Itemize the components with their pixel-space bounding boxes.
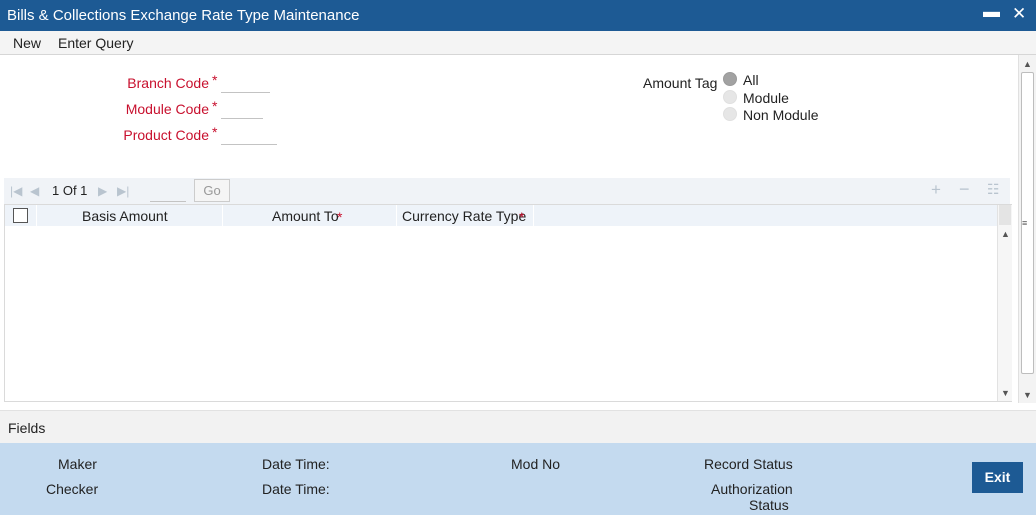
column-divider (533, 205, 534, 226)
next-page-icon[interactable]: ▶ (98, 184, 107, 198)
module-code-label: Module Code (125, 101, 209, 117)
required-mark: * (212, 98, 218, 114)
delete-row-icon[interactable]: − (959, 179, 970, 200)
checker-label: Checker (46, 481, 99, 497)
scroll-down-icon[interactable]: ▼ (1001, 388, 1010, 398)
scroll-up-icon[interactable]: ▲ (1001, 229, 1010, 239)
grid-header: Basis Amount Amount To * Currency Rate T… (5, 205, 997, 226)
exit-button[interactable]: Exit (972, 462, 1023, 493)
add-row-icon[interactable]: + (931, 180, 941, 200)
maker-date-time-label: Date Time: (262, 456, 330, 472)
mod-no-label: Mod No (511, 456, 561, 472)
authorization-status-label: Status (749, 497, 789, 513)
fields-link[interactable]: Fields (8, 420, 45, 436)
grid-scrollbar-thumb[interactable] (999, 205, 1011, 225)
view-list-icon[interactable]: ☷ (987, 181, 1000, 198)
product-code-label: Product Code (123, 127, 209, 143)
scrollbar-grip-icon: ≡ (1022, 218, 1028, 228)
column-divider (36, 205, 37, 226)
authorization-label: Authorization (711, 481, 793, 497)
required-mark: * (337, 209, 343, 225)
amount-tag-label: Amount Tag (643, 75, 718, 91)
go-button[interactable]: Go (194, 179, 230, 202)
column-basis-amount[interactable]: Basis Amount (82, 208, 168, 224)
required-mark: * (519, 209, 525, 225)
branch-code-input[interactable] (221, 71, 270, 93)
audit-footer: Maker Checker Date Time: Date Time: Mod … (0, 443, 1036, 515)
product-code-input[interactable] (221, 123, 277, 145)
select-all-checkbox[interactable] (13, 208, 28, 223)
amount-tag-module-label: Module (743, 90, 789, 106)
minimize-icon[interactable]: ▬ (983, 2, 1000, 22)
column-divider (396, 205, 397, 226)
page-scroll-up-icon[interactable]: ▲ (1023, 59, 1032, 69)
grid-scrollbar[interactable]: ▲ ▼ (997, 205, 1012, 401)
maker-label: Maker (58, 456, 97, 472)
amount-tag-non-module-radio[interactable] (723, 107, 737, 121)
last-page-icon[interactable]: ▶| (117, 184, 129, 198)
window-title: Bills & Collections Exchange Rate Type M… (7, 7, 360, 24)
amount-tag-non-module-label: Non Module (743, 107, 819, 123)
menu-bar: New Enter Query (0, 31, 1036, 55)
amount-tag-all-label: All (743, 72, 759, 88)
close-icon[interactable]: ✕ (1012, 4, 1026, 24)
fields-bar: Fields (0, 410, 1036, 443)
page-scroll-down-icon[interactable]: ▼ (1023, 390, 1032, 400)
module-code-input[interactable] (221, 97, 263, 119)
required-mark: * (212, 124, 218, 140)
column-amount-to[interactable]: Amount To (272, 208, 339, 224)
grid-toolbar: |◀ ◀ 1 Of 1 ▶ ▶| Go + − ☷ (4, 178, 1010, 204)
window-title-bar: Bills & Collections Exchange Rate Type M… (0, 0, 1036, 31)
required-mark: * (212, 72, 218, 88)
column-divider (222, 205, 223, 226)
page-number-input[interactable] (150, 182, 186, 202)
amount-tag-module-radio[interactable] (723, 90, 737, 104)
first-page-icon[interactable]: |◀ (10, 184, 22, 198)
record-status-label: Record Status (704, 456, 793, 472)
page-indicator: 1 Of 1 (52, 183, 88, 198)
page-scrollbar[interactable]: ▲ ≡ ▼ (1018, 55, 1036, 403)
prev-page-icon[interactable]: ◀ (30, 184, 39, 198)
data-grid: Basis Amount Amount To * Currency Rate T… (4, 204, 1012, 402)
amount-tag-all-radio[interactable] (723, 72, 737, 86)
checker-date-time-label: Date Time: (262, 481, 330, 497)
menu-new[interactable]: New (13, 35, 41, 51)
menu-enter-query[interactable]: Enter Query (58, 35, 133, 51)
column-currency-rate-type[interactable]: Currency Rate Type (402, 208, 526, 224)
branch-code-label: Branch Code (127, 75, 209, 91)
